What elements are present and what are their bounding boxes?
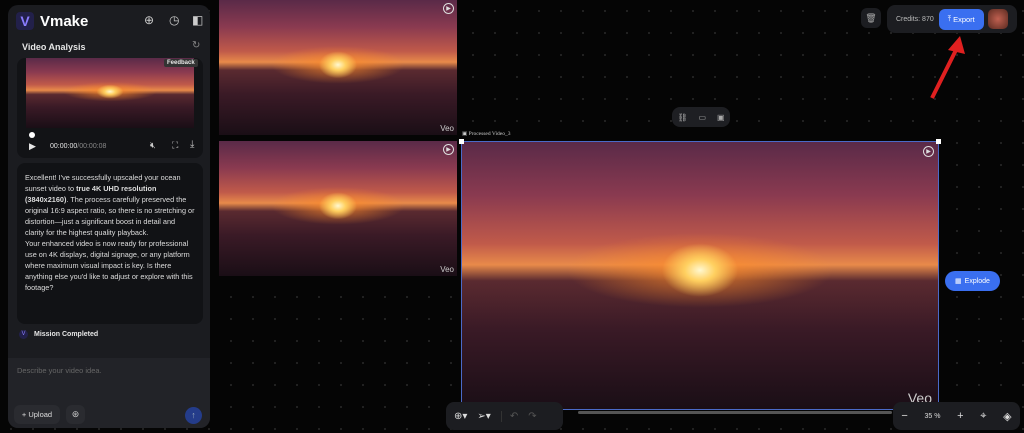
- layers-icon[interactable]: ◈: [1003, 410, 1011, 423]
- upload-button[interactable]: + Upload: [14, 405, 60, 424]
- video-label-text: Processed Video_3: [469, 131, 511, 137]
- status-text: Mission Completed: [34, 331, 98, 338]
- top-toolbar: Credits: 870 ⤒Export: [887, 5, 1017, 33]
- play-icon[interactable]: ▶: [29, 141, 36, 152]
- assistant-message: Excellent! I've successfully upscaled yo…: [17, 163, 203, 324]
- video-card: Feedback ▶ 00:00:00/00:00:08 🔇︎ ⛶ ⤓: [17, 58, 203, 158]
- bottom-left-toolbar: ⊕▾ ➢▾ ↶ ↷: [446, 402, 563, 430]
- resize-handle[interactable]: [459, 139, 464, 144]
- credits: Credits: 870: [896, 16, 934, 23]
- grid-icon: ▦: [955, 277, 962, 285]
- red-arrow-annotation: [920, 30, 970, 105]
- watermark: Veo: [440, 265, 454, 274]
- zoom-unit: %: [934, 413, 940, 420]
- timeline-scrollbar[interactable]: [578, 411, 892, 414]
- redo-icon[interactable]: ↷: [528, 411, 536, 422]
- app-name: Vmake: [40, 13, 88, 30]
- mute-icon[interactable]: 🔇︎: [150, 140, 156, 151]
- user-avatar[interactable]: [988, 9, 1008, 29]
- main-video[interactable]: ▶ Veo: [461, 141, 939, 410]
- caption-icon[interactable]: ▣: [717, 113, 725, 122]
- explode-label: Explode: [965, 278, 990, 285]
- vmake-avatar-icon: V: [19, 330, 28, 339]
- explode-button[interactable]: ▦Explode: [945, 271, 1000, 291]
- message-text: Your enhanced video is now ready for pro…: [25, 239, 193, 292]
- total-time: /00:00:08: [77, 143, 106, 150]
- video-thumbnail-1[interactable]: ▶ Veo: [219, 0, 457, 135]
- export-label: Export: [953, 15, 975, 24]
- progress-slider[interactable]: [29, 132, 35, 138]
- floating-toolbar: ⛓ ▭ ▣: [672, 107, 730, 127]
- send-button[interactable]: ↑: [185, 407, 202, 424]
- pointer-icon[interactable]: ➢▾: [477, 411, 490, 422]
- video-preview[interactable]: [26, 58, 194, 128]
- prompt-input[interactable]: Describe your video idea.: [17, 366, 102, 375]
- delete-button[interactable]: 🗑︎: [861, 8, 881, 28]
- video-icon: ▣: [462, 131, 469, 137]
- new-chat-icon[interactable]: ⊕: [144, 13, 154, 27]
- play-icon[interactable]: ▶: [443, 144, 454, 155]
- zoom-in-icon[interactable]: +: [957, 410, 963, 422]
- vmake-logo-icon: V: [16, 12, 34, 30]
- refresh-icon[interactable]: ↻: [192, 40, 200, 51]
- undo-icon[interactable]: ↶: [501, 411, 518, 422]
- prompt-area: Describe your video idea. + Upload ⊛ ↑: [8, 358, 210, 428]
- link-icon[interactable]: ⛓: [677, 113, 687, 122]
- play-icon[interactable]: ▶: [923, 146, 934, 157]
- video-time: 00:00:00/00:00:08: [50, 143, 106, 150]
- subtitle-icon[interactable]: ▭: [699, 113, 707, 122]
- video-label: ▣ Processed Video_3: [462, 131, 510, 137]
- chat-sidebar: V Vmake ⊕ ◷ ◧ Video Analysis ↻ Feedback …: [8, 5, 210, 428]
- add-icon[interactable]: ⊕▾: [454, 411, 467, 422]
- watermark: Veo: [440, 124, 454, 133]
- video-thumbnail-2[interactable]: ▶ Veo: [219, 141, 457, 276]
- resize-handle[interactable]: [936, 139, 941, 144]
- zoom-toolbar: − 35 % + ⌖ ◈: [893, 402, 1020, 430]
- style-button[interactable]: ⊛: [66, 405, 85, 424]
- panel-title: Video Analysis: [22, 42, 86, 52]
- fit-screen-icon[interactable]: ⌖: [980, 410, 986, 423]
- history-icon[interactable]: ◷: [169, 13, 179, 27]
- export-button[interactable]: ⤒Export: [939, 9, 984, 30]
- play-icon[interactable]: ▶: [443, 3, 454, 14]
- fullscreen-icon[interactable]: ⛶: [172, 140, 178, 151]
- zoom-value: 35: [924, 413, 932, 420]
- feedback-button[interactable]: Feedback: [164, 59, 198, 67]
- zoom-out-icon[interactable]: −: [901, 410, 907, 422]
- current-time: 00:00:00: [50, 143, 77, 150]
- download-icon[interactable]: ⤓: [190, 139, 194, 150]
- collapse-sidebar-icon[interactable]: ◧: [192, 13, 203, 27]
- upload-icon: ⤒: [948, 14, 951, 24]
